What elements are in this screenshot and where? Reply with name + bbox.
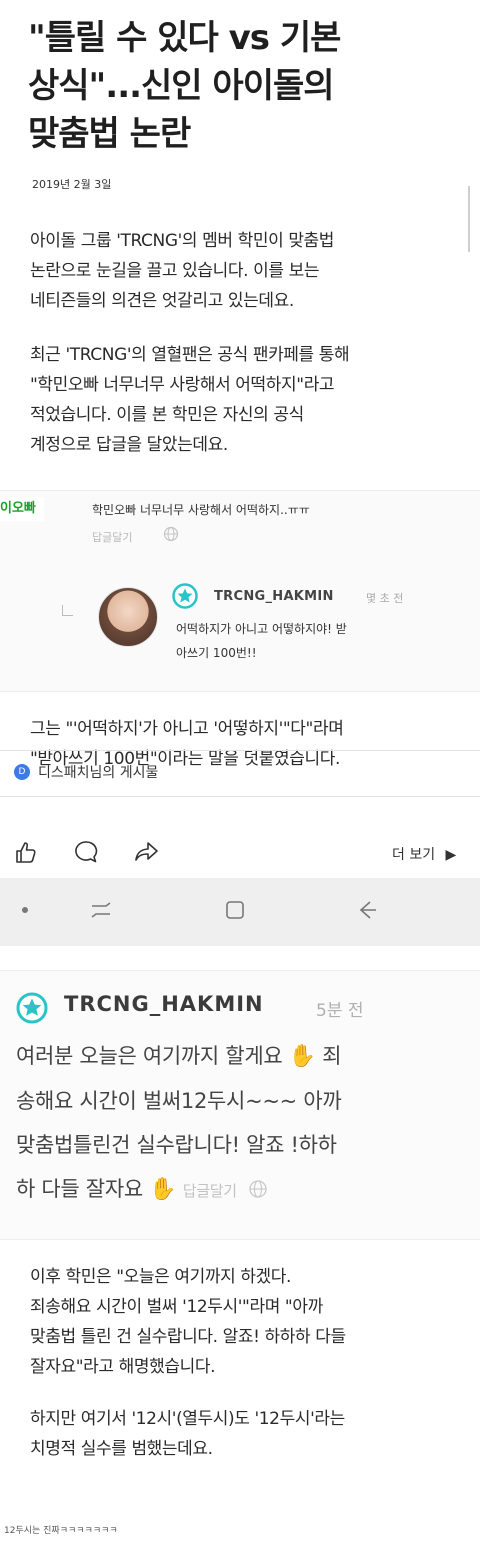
- star-badge-icon: [16, 992, 48, 1024]
- comment-username[interactable]: TRCNG_HAKMIN: [64, 992, 264, 1016]
- reply-link[interactable]: 답글달기: [183, 1182, 237, 1200]
- article-headline: "틀릴 수 있다 vs 기본 상식"...신인 아이돌의 맞춤법 논란: [28, 14, 468, 158]
- comment-text: 여러분 오늘은 여기까지 할게요 ✋ 죄 송해요 시간이 벌써12두시~~~ 아…: [16, 1034, 476, 1213]
- article-paragraph: 이후 학민은 "오늘은 여기까지 하겠다. 죄송해요 시간이 벌써 '12두시'…: [30, 1262, 470, 1382]
- divider: [0, 796, 480, 797]
- headline-line: "틀릴 수 있다 vs 기본: [28, 18, 341, 58]
- paragraph-line: 그는 "'어떡하지'가 아니고 '어떻하지'"다"라며: [30, 719, 344, 739]
- fan-avatar-snippet: 이오빠: [0, 497, 44, 521]
- paragraph-line: 계정으로 답글을 달았는데요.: [30, 435, 228, 455]
- comment-line-text: 죄: [315, 1044, 342, 1068]
- paragraph-line: 논란으로 눈길을 끌고 있습니다. 이를 보는: [30, 261, 320, 281]
- caption-note: 12두시는 진짜ㅋㅋㅋㅋㅋㅋㅋ: [4, 1526, 118, 1536]
- paragraph-line: 하지만 여기서 '12시'(열두시)도 '12두시'라는: [30, 1409, 345, 1429]
- paragraph-line: 최근 'TRCNG'의 열혈팬은 공식 팬카페를 통해: [30, 345, 350, 365]
- profile-photo[interactable]: [98, 587, 158, 647]
- more-label: 더 보기: [392, 847, 436, 863]
- headline-line: 상식"...신인 아이돌의: [28, 66, 335, 106]
- comment-line-text: 하 다들 잘자요: [16, 1177, 143, 1201]
- paragraph-line: 적었습니다. 이를 본 학민은 자신의 공식: [30, 405, 304, 425]
- divider: [0, 750, 480, 751]
- reply-time: 몇 초 전: [366, 592, 404, 605]
- dot-icon[interactable]: [10, 895, 40, 925]
- headline-line: 맞춤법 논란: [28, 114, 191, 154]
- reply-line: 아쓰기 100번!!: [176, 646, 257, 660]
- article-paragraph: 아이돌 그룹 'TRCNG'의 멤버 학민이 맞춤법 논란으로 눈길을 끌고 있…: [30, 226, 470, 316]
- comment-line: 송해요 시간이 벌써12두시~~~ 아까: [16, 1089, 342, 1113]
- recent-apps-icon[interactable]: [86, 895, 116, 925]
- paragraph-line: 잘자요"라고 해명했습니다.: [30, 1357, 216, 1377]
- star-badge-icon: [172, 583, 198, 609]
- comment-screenshot: 이오빠 학민오빠 너무너무 사랑해서 어떡하지..ㅠㅠ 답글달기 TRCNG_H…: [0, 490, 480, 692]
- waving-hand-icon: ✋: [149, 1177, 177, 1202]
- more-button[interactable]: 더 보기 ▶: [392, 844, 456, 864]
- paragraph-line: 아이돌 그룹 'TRCNG'의 멤버 학민이 맞춤법: [30, 231, 335, 251]
- article-paragraph: 최근 'TRCNG'의 열혈팬은 공식 팬카페를 통해 "학민오빠 너무너무 사…: [30, 340, 470, 460]
- comment-line: 맞춤법틀린건 실수랍니다! 알죠 !하하: [16, 1133, 337, 1157]
- back-icon[interactable]: [352, 895, 382, 925]
- reply-text: 어떡하지가 아니고 어떻하지야! 받 아쓰기 100번!!: [176, 617, 436, 665]
- reply-line: 어떡하지가 아니고 어떻하지야! 받: [176, 622, 347, 636]
- paragraph-line: "학민오빠 너무너무 사랑해서 어떡하지"라고: [30, 375, 335, 395]
- comment-line-text: 여러분 오늘은 여기까지 할게요: [16, 1044, 283, 1068]
- paragraph-line: 치명적 실수를 범했는데요.: [30, 1439, 213, 1459]
- triangle-right-icon: ▶: [445, 847, 457, 863]
- paragraph-line: 네티즌들의 의견은 엇갈리고 있는데요.: [30, 291, 294, 311]
- post-author[interactable]: 디스패치님의 게시물: [38, 762, 158, 782]
- reply-indent-icon: [62, 605, 73, 616]
- post-author-icon: D: [14, 764, 30, 780]
- paragraph-line: 죄송해요 시간이 벌써 '12두시'"라며 "아까: [30, 1297, 323, 1317]
- article-date: 2019년 2월 3일: [32, 178, 112, 191]
- comment-time: 5분 전: [316, 1001, 364, 1021]
- home-icon[interactable]: [220, 895, 250, 925]
- fan-comment-text: 학민오빠 너무너무 사랑해서 어떡하지..ㅠㅠ: [92, 503, 310, 517]
- waving-hand-icon: ✋: [288, 1044, 316, 1069]
- translate-globe-icon[interactable]: [162, 525, 180, 543]
- share-icon[interactable]: [132, 838, 160, 866]
- paragraph-line: 이후 학민은 "오늘은 여기까지 하겠다.: [30, 1267, 292, 1287]
- paragraph-line: 맞춤법 틀린 건 실수랍니다. 알죠! 하하하 다들: [30, 1327, 346, 1347]
- reply-username[interactable]: TRCNG_HAKMIN: [214, 589, 334, 604]
- comment-line: 하 다들 잘자요 ✋ 답글달기: [16, 1167, 476, 1213]
- translate-globe-icon[interactable]: [247, 1178, 269, 1200]
- like-icon[interactable]: [12, 838, 40, 866]
- article-paragraph: 하지만 여기서 '12시'(열두시)도 '12두시'라는 치명적 실수를 범했는…: [30, 1404, 470, 1464]
- comment-line: 여러분 오늘은 여기까지 할게요 ✋ 죄: [16, 1034, 476, 1079]
- comment-icon[interactable]: [72, 838, 100, 866]
- reply-link[interactable]: 답글달기: [92, 529, 132, 545]
